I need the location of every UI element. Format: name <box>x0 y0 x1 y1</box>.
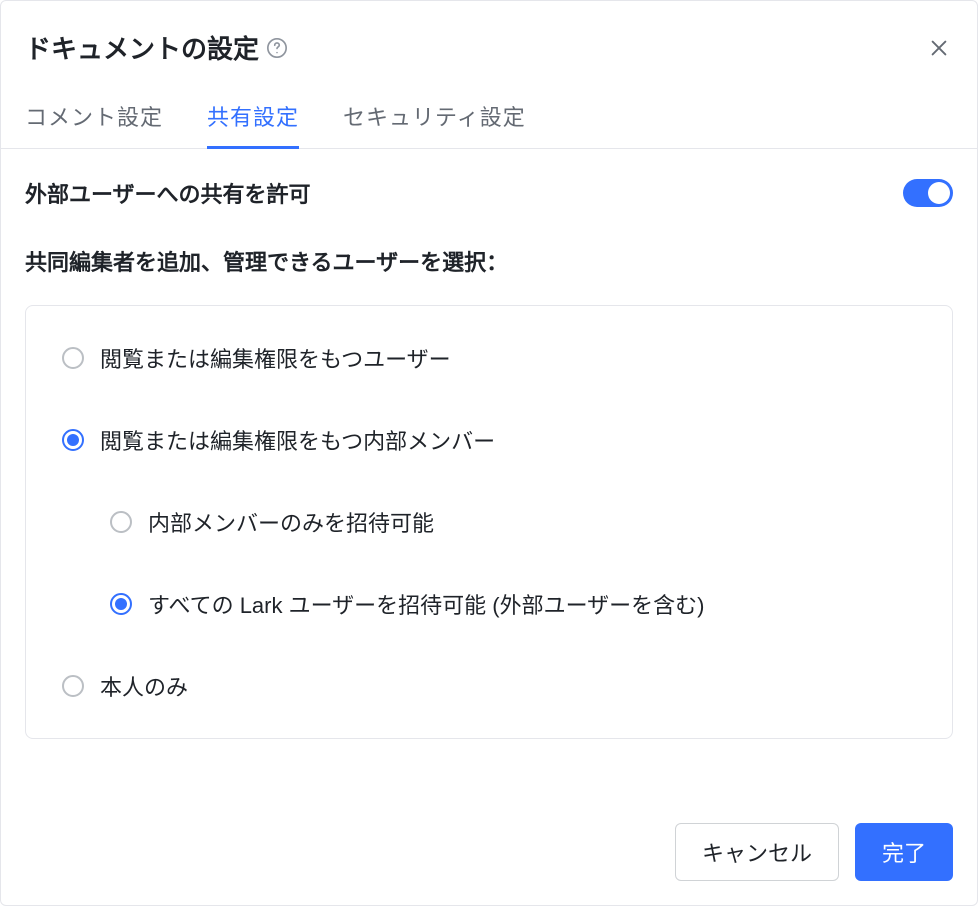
dialog-title-wrap: ドキュメントの設定 <box>25 29 289 66</box>
tab-security-settings[interactable]: セキュリティ設定 <box>343 86 526 148</box>
close-icon[interactable] <box>925 34 953 62</box>
radio-label: 閲覧または編集権限をもつユーザー <box>100 342 451 374</box>
help-icon[interactable] <box>265 36 289 60</box>
radio-label: すべての Lark ユーザーを招待可能 (外部ユーザーを含む) <box>148 588 705 620</box>
tabs: コメント設定 共有設定 セキュリティ設定 <box>1 86 977 149</box>
done-button[interactable]: 完了 <box>855 823 953 881</box>
dialog-title: ドキュメントの設定 <box>25 29 259 66</box>
external-share-toggle[interactable] <box>903 179 953 207</box>
radio-icon <box>62 675 84 697</box>
cancel-button[interactable]: キャンセル <box>675 823 839 881</box>
toggle-knob <box>928 182 950 204</box>
sub-options: 内部メンバーのみを招待可能 すべての Lark ユーザーを招待可能 (外部ユーザ… <box>62 500 916 626</box>
sub-radio-internal-only[interactable]: 内部メンバーのみを招待可能 <box>110 500 916 544</box>
radio-label: 閲覧または編集権限をもつ内部メンバー <box>100 424 495 456</box>
radio-option-self-only[interactable]: 本人のみ <box>62 664 916 708</box>
dialog-header: ドキュメントの設定 <box>1 1 977 86</box>
radio-option-internal-members[interactable]: 閲覧または編集権限をもつ内部メンバー <box>62 418 916 462</box>
tab-comment-settings[interactable]: コメント設定 <box>25 86 163 148</box>
radio-icon <box>62 347 84 369</box>
radio-label: 本人のみ <box>100 670 188 702</box>
radio-label: 内部メンバーのみを招待可能 <box>148 506 434 538</box>
radio-icon <box>110 511 132 533</box>
manage-section-title: 共同編集者を追加、管理できるユーザーを選択： <box>25 245 953 277</box>
manage-options-box: 閲覧または編集権限をもつユーザー 閲覧または編集権限をもつ内部メンバー 内部メン… <box>25 305 953 739</box>
radio-icon <box>110 593 132 615</box>
external-share-row: 外部ユーザーへの共有を許可 <box>25 177 953 209</box>
document-settings-dialog: ドキュメントの設定 コメント設定 共有設定 セキュリティ設定 外部ユーザーへの共… <box>0 0 978 906</box>
sub-radio-all-lark-users[interactable]: すべての Lark ユーザーを招待可能 (外部ユーザーを含む) <box>110 582 916 626</box>
dialog-footer: キャンセル 完了 <box>1 763 977 905</box>
external-share-label: 外部ユーザーへの共有を許可 <box>25 177 311 209</box>
radio-icon <box>62 429 84 451</box>
dialog-content: 外部ユーザーへの共有を許可 共同編集者を追加、管理できるユーザーを選択： 閲覧ま… <box>1 149 977 763</box>
radio-option-view-edit-users[interactable]: 閲覧または編集権限をもつユーザー <box>62 336 916 380</box>
tab-share-settings[interactable]: 共有設定 <box>207 86 299 148</box>
